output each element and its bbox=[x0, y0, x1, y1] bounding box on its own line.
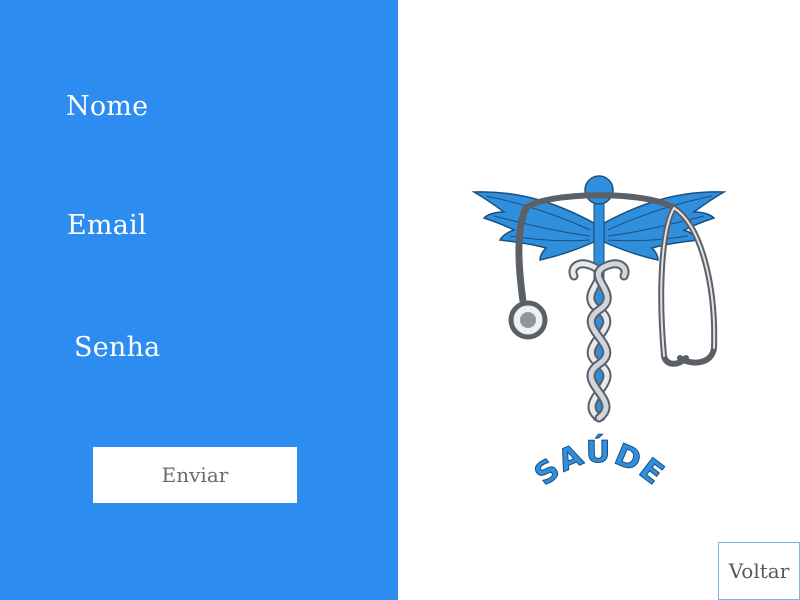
form-panel: Nome Email Senha Enviar bbox=[0, 0, 398, 600]
staff-orb-icon bbox=[584, 175, 614, 205]
password-label: Senha bbox=[74, 332, 161, 363]
name-label: Nome bbox=[66, 91, 149, 122]
email-label: Email bbox=[67, 210, 147, 241]
serpent-icon bbox=[568, 259, 630, 423]
logo-text: SAÚDE bbox=[528, 432, 670, 493]
page: Nome Email Senha Enviar SAÚDE Voltar bbox=[0, 0, 800, 600]
svg-text:SAÚDE: SAÚDE bbox=[528, 433, 671, 493]
submit-button[interactable]: Enviar bbox=[93, 447, 297, 503]
back-button[interactable]: Voltar bbox=[718, 542, 800, 600]
caduceus-stethoscope-icon: SAÚDE bbox=[471, 175, 727, 494]
